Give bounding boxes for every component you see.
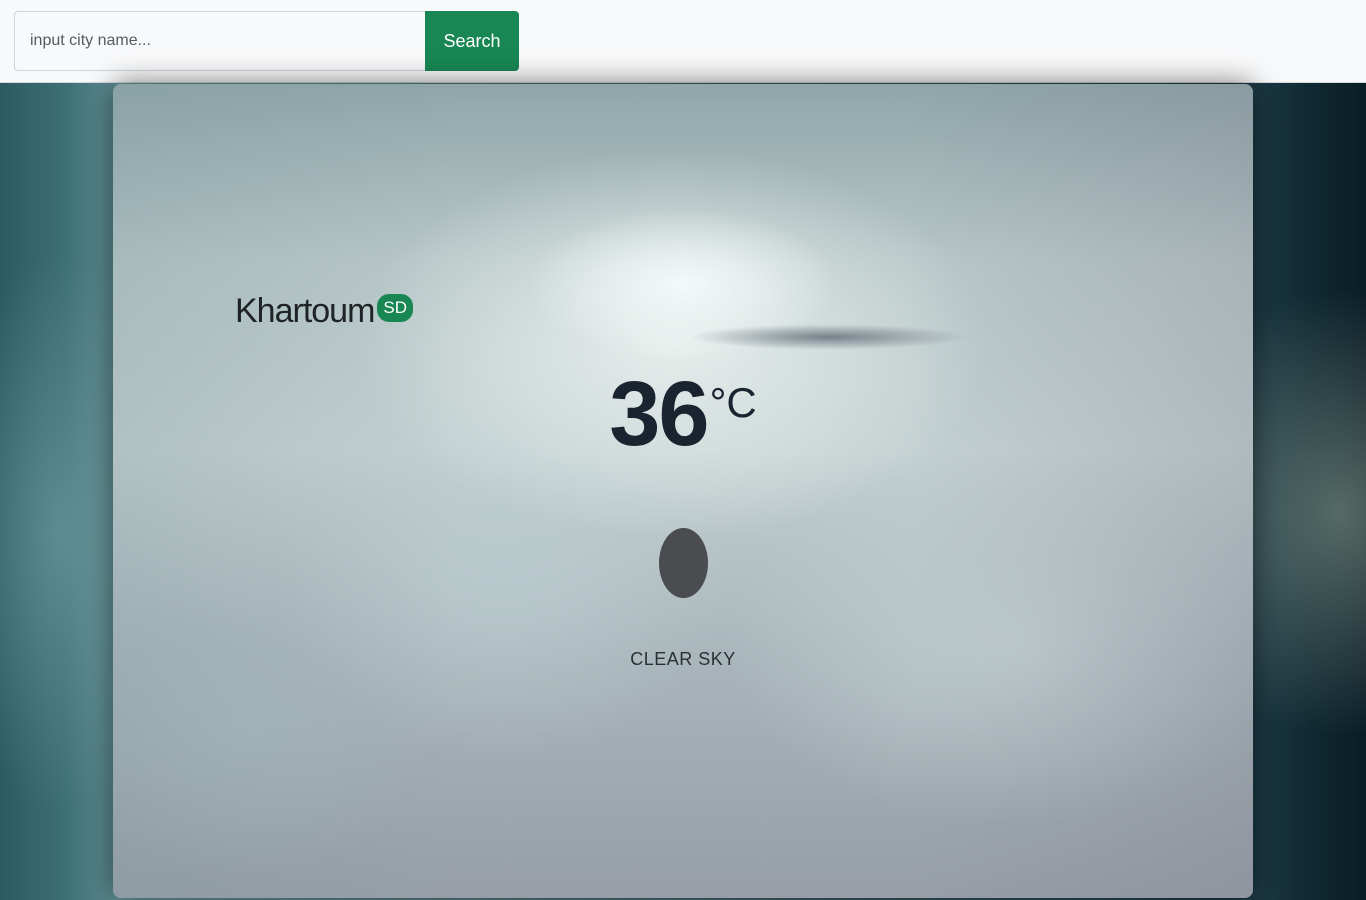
country-code-badge: SD [377,294,414,322]
temperature-value: 36 [609,363,709,465]
weather-card: Khartoum SD 36 °C CLEAR SKY [113,84,1253,898]
temperature-unit: °C [709,379,757,426]
temperature-display: 36 °C [113,364,1253,464]
city-name: Khartoum [235,292,375,330]
top-bar: Search [0,0,1366,83]
city-search-input[interactable] [14,11,425,71]
cloud-decoration [688,324,968,350]
search-button[interactable]: Search [425,11,519,71]
weather-description: CLEAR SKY [630,649,736,669]
weather-condition-icon [659,528,708,598]
search-form: Search [14,11,519,71]
location-row: Khartoum SD [235,290,414,332]
